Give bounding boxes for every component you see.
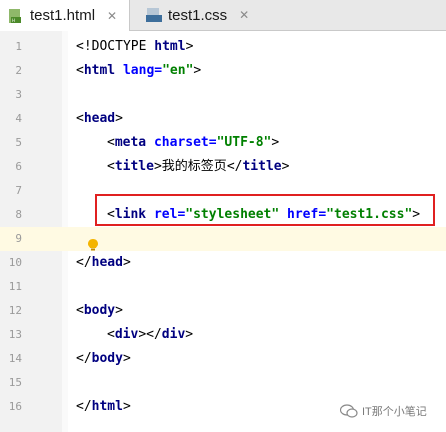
tag-name: html bbox=[83, 63, 116, 78]
tag-name: title bbox=[114, 159, 154, 174]
tab-label: test1.html bbox=[30, 7, 96, 24]
watermark: IT那个小笔记 bbox=[340, 403, 427, 419]
tag-bracket: > bbox=[271, 135, 280, 150]
highlight-annotation-box bbox=[95, 194, 435, 226]
wechat-icon bbox=[340, 404, 358, 418]
code-line[interactable]: 4 <head> bbox=[0, 107, 446, 131]
tag-name: head bbox=[83, 111, 116, 126]
code-line[interactable]: 11 bbox=[0, 275, 446, 299]
editor-tab-bar: H test1.html ✕ test1.css ✕ bbox=[0, 0, 446, 31]
code-line[interactable]: 14 </body> bbox=[0, 347, 446, 371]
tab-label: test1.css bbox=[168, 6, 228, 24]
line-number: 9 bbox=[15, 232, 22, 245]
code-text: <body> bbox=[76, 299, 123, 323]
tab-test1-html[interactable]: H test1.html ✕ bbox=[0, 0, 130, 31]
attribute-value: "UTF-8" bbox=[216, 135, 272, 150]
code-line[interactable]: 15 bbox=[0, 371, 446, 395]
line-number: 1 bbox=[15, 40, 22, 53]
line-number: 14 bbox=[8, 352, 22, 365]
line-number: 2 bbox=[15, 64, 22, 77]
code-line[interactable]: 2 <html lang="en"> bbox=[0, 59, 446, 83]
code-line[interactable]: 5 <meta charset="UTF-8"> bbox=[0, 131, 446, 155]
css-file-icon bbox=[146, 8, 162, 22]
tag-name: head bbox=[91, 255, 123, 270]
intention-bulb-icon[interactable] bbox=[88, 239, 98, 251]
code-line[interactable]: 12 <body> bbox=[0, 299, 446, 323]
tag-bracket: </ bbox=[226, 159, 243, 174]
close-tab-icon[interactable]: ✕ bbox=[105, 9, 119, 23]
tag-bracket: > bbox=[115, 111, 123, 126]
tag-bracket: > bbox=[115, 303, 123, 318]
line-number: 3 bbox=[15, 88, 22, 101]
code-text: <meta charset="UTF-8"> bbox=[107, 131, 279, 155]
code-text: </body> bbox=[76, 347, 131, 371]
tag-name: body bbox=[83, 303, 116, 318]
code-line[interactable]: 13 <div></div> bbox=[0, 323, 446, 347]
svg-text:H: H bbox=[12, 18, 15, 23]
tag-bracket: > bbox=[281, 159, 290, 174]
line-number: 11 bbox=[8, 280, 22, 293]
close-tab-icon[interactable]: ✕ bbox=[237, 8, 251, 22]
tag-bracket: < bbox=[107, 135, 115, 150]
tag-name: div bbox=[161, 327, 186, 342]
tag-bracket: < bbox=[107, 159, 115, 174]
tag-bracket: > bbox=[122, 255, 131, 270]
doctype-keyword: html bbox=[154, 39, 186, 54]
attribute-value: "en" bbox=[162, 63, 194, 78]
code-text: <html lang="en"> bbox=[76, 59, 201, 83]
html-file-icon: H bbox=[9, 8, 21, 23]
doctype-close: > bbox=[185, 39, 194, 54]
code-editor[interactable]: 1 <!DOCTYPE html> 2 <html lang="en"> 3 4… bbox=[0, 31, 446, 432]
line-number: 12 bbox=[8, 304, 22, 317]
tag-name: div bbox=[114, 327, 139, 342]
tag-name: meta bbox=[114, 135, 147, 150]
code-text: <title>我的标签页</title> bbox=[107, 155, 289, 179]
code-line[interactable]: 1 <!DOCTYPE html> bbox=[0, 35, 446, 59]
tag-bracket: < bbox=[107, 327, 115, 342]
tag-name: html bbox=[91, 399, 123, 414]
doctype-open: <!DOCTYPE bbox=[76, 39, 155, 54]
tag-bracket: < bbox=[76, 63, 84, 78]
tag-bracket: < bbox=[76, 111, 84, 126]
line-number: 16 bbox=[8, 400, 22, 413]
attribute-name: charset= bbox=[146, 135, 217, 150]
tag-bracket: > bbox=[153, 159, 162, 174]
watermark-text: IT那个小笔记 bbox=[362, 406, 427, 418]
code-line[interactable]: 3 bbox=[0, 83, 446, 107]
current-code-line[interactable]: 9 bbox=[0, 227, 446, 251]
code-text: <head> bbox=[76, 107, 123, 131]
tag-name: title bbox=[242, 159, 282, 174]
code-text: <!DOCTYPE html> bbox=[76, 35, 193, 59]
code-text: <div></div> bbox=[107, 323, 193, 347]
line-number: 10 bbox=[8, 256, 22, 269]
line-number: 8 bbox=[15, 208, 22, 221]
line-number: 7 bbox=[15, 184, 22, 197]
tag-name: body bbox=[91, 351, 123, 366]
line-number: 4 bbox=[15, 112, 22, 125]
tag-bracket: > bbox=[138, 327, 147, 342]
code-text: </head> bbox=[76, 251, 131, 275]
tab-test1-css[interactable]: test1.css ✕ bbox=[138, 0, 256, 30]
tag-bracket: </ bbox=[146, 327, 162, 342]
line-number: 13 bbox=[8, 328, 22, 341]
tag-bracket: < bbox=[76, 303, 84, 318]
tag-bracket: > bbox=[185, 327, 194, 342]
tag-bracket: > bbox=[122, 351, 131, 366]
title-text: 我的标签页 bbox=[161, 159, 227, 174]
code-line[interactable]: 6 <title>我的标签页</title> bbox=[0, 155, 446, 179]
attribute-name: lang= bbox=[115, 63, 163, 78]
line-number: 5 bbox=[15, 136, 22, 149]
tag-bracket: </ bbox=[76, 351, 92, 366]
code-line[interactable]: 10 </head> bbox=[0, 251, 446, 275]
tag-bracket: > bbox=[122, 399, 131, 414]
line-number: 15 bbox=[8, 376, 22, 389]
tag-bracket: > bbox=[193, 63, 202, 78]
tag-bracket: </ bbox=[76, 399, 92, 414]
tag-bracket: </ bbox=[76, 255, 92, 270]
code-text: </html> bbox=[76, 395, 131, 419]
line-number: 6 bbox=[15, 160, 22, 173]
